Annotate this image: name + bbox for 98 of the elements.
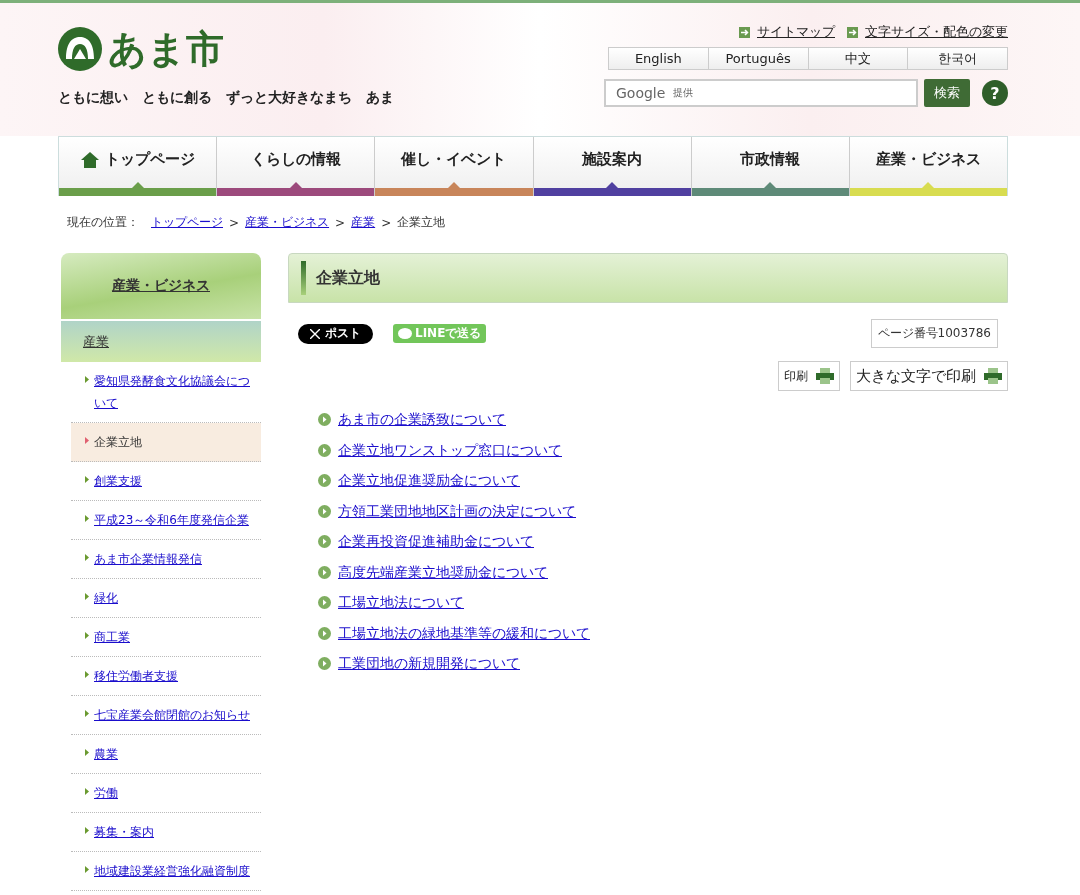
nav-tab[interactable]: 催し・イベント [374, 137, 533, 196]
sidebar-title[interactable]: 産業・ビジネス [112, 277, 210, 295]
nav-tab[interactable]: くらしの情報 [216, 137, 375, 196]
print-button[interactable]: 印刷 [778, 361, 840, 391]
header-link[interactable]: 文字サイズ・配色の変更 [865, 23, 1008, 41]
arrow-circle-icon [318, 504, 331, 518]
sidebar-item[interactable]: 企業立地 [71, 423, 261, 462]
sidebar-link[interactable]: あま市企業情報発信 [94, 548, 202, 570]
x-logo-icon [310, 328, 320, 339]
printer-icon [984, 368, 1002, 384]
search-button[interactable]: 検索 [924, 79, 970, 107]
sidebar-item[interactable]: あま市企業情報発信 [71, 540, 261, 579]
sidebar-item[interactable]: 七宝産業会館閉館のお知らせ [71, 696, 261, 735]
bullet-icon [85, 632, 89, 639]
page-number: ページ番号1003786 [870, 319, 998, 348]
content-link[interactable]: 高度先端産業立地奨励金について [338, 561, 548, 583]
bullet-icon [85, 866, 89, 873]
sidebar-link[interactable]: 平成23～令和6年度発信企業 [94, 509, 249, 531]
content-link[interactable]: 方領工業団地地区計画の決定について [338, 500, 576, 522]
bullet-icon [85, 827, 89, 834]
bullet-icon [85, 476, 89, 483]
bullet-icon [85, 376, 89, 383]
breadcrumb-link[interactable]: 産業・ビジネス [245, 214, 330, 231]
sidebar-link[interactable]: 創業支援 [94, 470, 142, 492]
sidebar-link[interactable]: 農業 [94, 743, 118, 765]
printer-icon [816, 368, 834, 384]
logo-icon [58, 27, 102, 71]
bullet-icon [85, 593, 89, 600]
breadcrumb-link[interactable]: 産業 [351, 214, 376, 231]
sidebar-link[interactable]: 地域建設業経営強化融資制度 [94, 860, 250, 882]
arrow-circle-icon [318, 535, 331, 549]
arrow-circle-icon [318, 443, 331, 457]
sidebar-item[interactable]: 農業 [71, 735, 261, 774]
google-brand: Google [616, 85, 666, 101]
arrow-icon [739, 26, 750, 38]
nav-tab[interactable]: 産業・ビジネス [848, 137, 1008, 196]
sidebar-item[interactable]: 創業支援 [71, 462, 261, 501]
sidebar-section[interactable]: 産業 [83, 332, 109, 351]
content-link[interactable]: 工場立地法について [338, 592, 464, 614]
arrow-icon [847, 26, 858, 38]
breadcrumb-current: 企業立地 [397, 214, 446, 231]
language-link[interactable]: English [609, 48, 708, 69]
arrow-circle-icon [318, 626, 331, 640]
content-link[interactable]: 企業立地ワンストップ窓口について [338, 439, 562, 461]
arrow-circle-icon [318, 565, 331, 579]
nav-tab[interactable]: 施設案内 [532, 137, 691, 196]
arrow-circle-icon [318, 596, 331, 610]
header-link[interactable]: サイトマップ [757, 23, 835, 41]
arrow-circle-icon [318, 413, 331, 427]
title-accent-bar [301, 261, 306, 295]
home-icon [80, 151, 99, 168]
bullet-icon [85, 437, 89, 444]
breadcrumb-label: 現在の位置： [67, 214, 139, 231]
tagline: ともに想い ともに創る ずっと大好きなまち あま [58, 89, 394, 107]
help-button[interactable]: ? [982, 80, 1008, 106]
sidebar-link[interactable]: 七宝産業会館閉館のお知らせ [94, 704, 250, 726]
language-link[interactable]: 中文 [807, 48, 908, 69]
sidebar-current: 企業立地 [94, 434, 142, 451]
arrow-circle-icon [318, 657, 331, 671]
bullet-icon [85, 788, 89, 795]
sidebar-item[interactable]: 平成23～令和6年度発信企業 [71, 501, 261, 540]
language-link[interactable]: 한국어 [907, 48, 1007, 69]
sidebar-item[interactable]: 緑化 [71, 579, 261, 618]
breadcrumb-separator: > [229, 215, 240, 230]
content-link[interactable]: 企業立地促進奨励金について [338, 470, 520, 492]
bullet-icon [85, 515, 89, 522]
bullet-icon [85, 710, 89, 717]
logo-text[interactable]: あま市 [108, 25, 224, 73]
sidebar-item[interactable]: 商工業 [71, 618, 261, 657]
sidebar-link[interactable]: 募集・案内 [94, 821, 154, 843]
sidebar-link[interactable]: 商工業 [94, 626, 130, 648]
print-large-button[interactable]: 大きな文字で印刷 [850, 361, 1008, 391]
speech-bubble-icon [398, 327, 412, 340]
sidebar-item[interactable]: 地域建設業経営強化融資制度 [71, 852, 261, 891]
sidebar-link[interactable]: 労働 [94, 782, 118, 804]
nav-tab[interactable]: 市政情報 [690, 137, 849, 196]
search-field[interactable]: Google 提供 [604, 79, 918, 107]
x-post-button[interactable]: ポスト [298, 323, 373, 344]
sidebar-item[interactable]: 移住労働者支援 [71, 657, 261, 696]
bullet-icon [85, 749, 89, 756]
sidebar-link[interactable]: 愛知県発酵食文化協議会について [94, 370, 257, 414]
content-link[interactable]: 工業団地の新規開発について [338, 653, 520, 675]
breadcrumb-separator: > [335, 215, 346, 230]
bullet-icon [85, 554, 89, 561]
content-link[interactable]: 工場立地法の緑地基準等の緩和について [338, 622, 590, 644]
bullet-icon [85, 671, 89, 678]
page-title: 企業立地 [316, 267, 380, 289]
language-link[interactable]: Português [707, 48, 808, 69]
sidebar-link[interactable]: 移住労働者支援 [94, 665, 178, 687]
search-placeholder: 提供 [673, 86, 694, 100]
breadcrumb-link[interactable]: トップページ [151, 214, 223, 231]
arrow-circle-icon [318, 474, 331, 488]
sidebar-item[interactable]: 労働 [71, 774, 261, 813]
breadcrumb-separator: > [381, 215, 392, 230]
content-link[interactable]: あま市の企業誘致について [338, 409, 506, 431]
content-link[interactable]: 企業再投資促進補助金について [338, 531, 534, 553]
sidebar-link[interactable]: 緑化 [94, 587, 118, 609]
sidebar-item[interactable]: 募集・案内 [71, 813, 261, 852]
